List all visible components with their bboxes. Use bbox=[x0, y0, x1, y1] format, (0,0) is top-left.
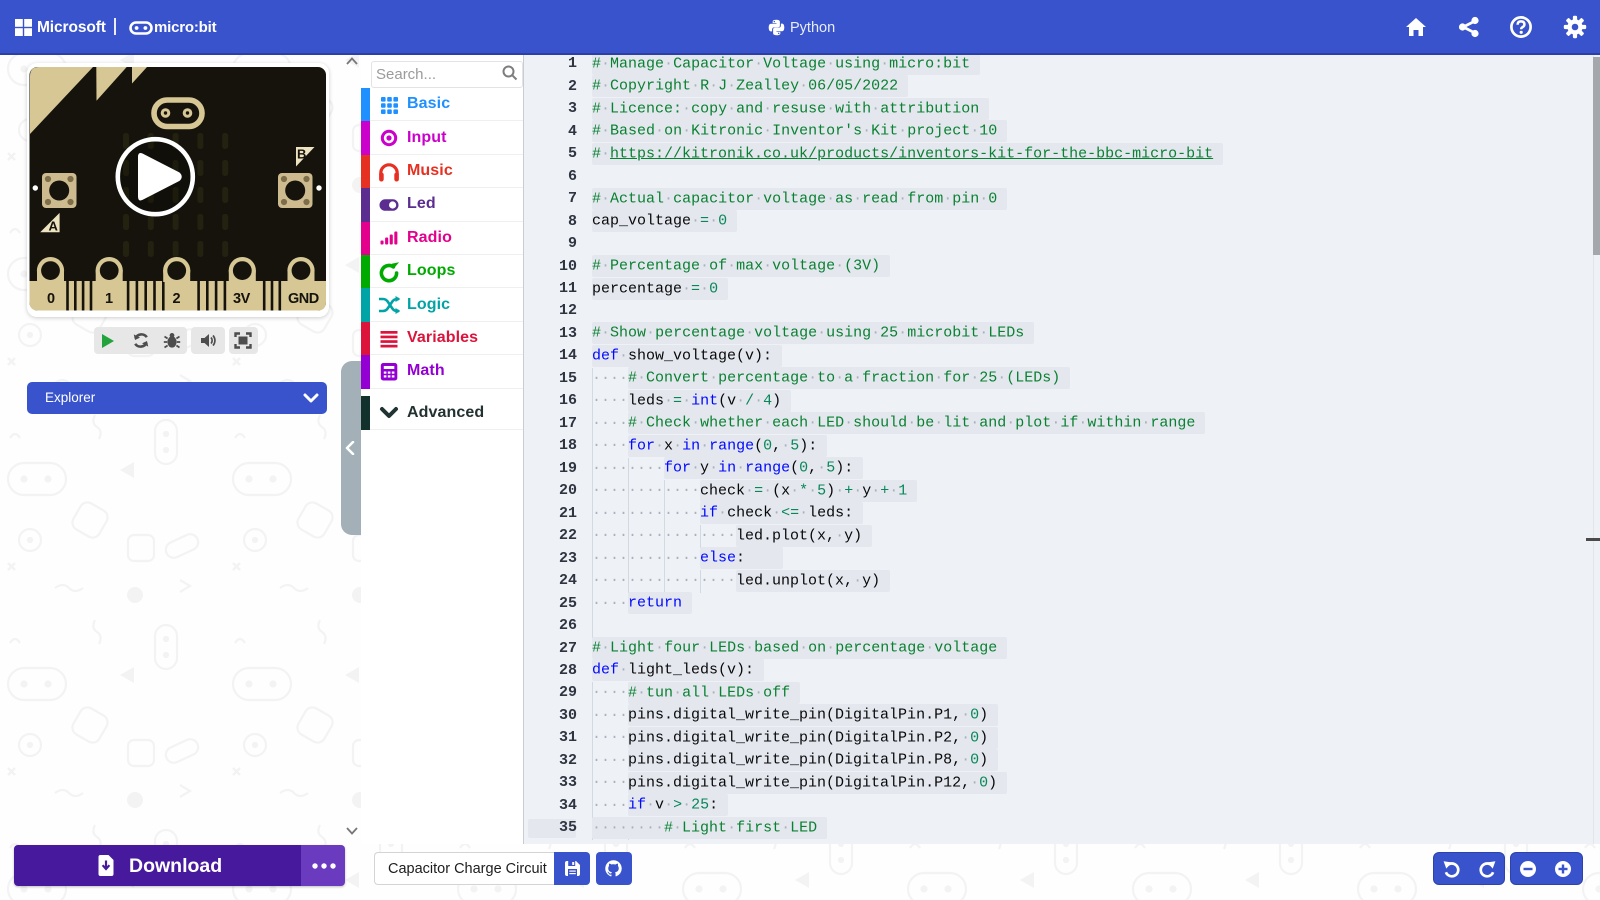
svg-text:3V: 3V bbox=[233, 291, 251, 307]
svg-text:A: A bbox=[49, 219, 59, 234]
svg-text:2: 2 bbox=[173, 291, 181, 307]
svg-text:B: B bbox=[297, 147, 306, 162]
svg-text:GND: GND bbox=[288, 291, 319, 307]
svg-text:1: 1 bbox=[105, 291, 113, 307]
svg-text:0: 0 bbox=[47, 291, 55, 307]
